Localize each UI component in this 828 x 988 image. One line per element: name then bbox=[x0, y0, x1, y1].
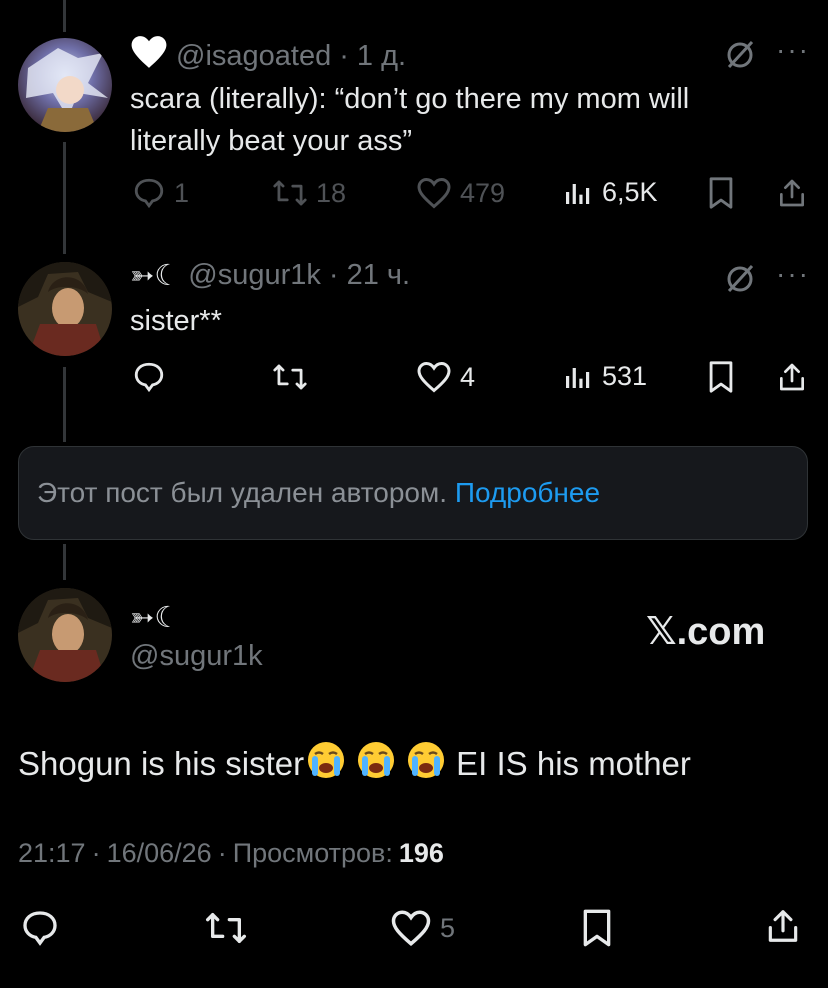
bookmark-button[interactable] bbox=[580, 908, 614, 953]
separator: · bbox=[339, 39, 349, 72]
share-button[interactable] bbox=[776, 176, 808, 215]
views-icon bbox=[562, 176, 594, 208]
more-options-icon[interactable]: ··· bbox=[776, 258, 810, 290]
separator: · bbox=[217, 838, 227, 868]
repost-icon bbox=[272, 360, 308, 394]
heart-icon bbox=[416, 176, 452, 210]
crying-face-emoji-icon bbox=[356, 740, 396, 788]
share-button[interactable] bbox=[776, 360, 808, 399]
crying-face-emoji-icon bbox=[306, 740, 346, 788]
display-name[interactable]: ➳☾ bbox=[130, 600, 180, 635]
repost-button[interactable] bbox=[204, 908, 248, 948]
user-handle[interactable]: @sugur1k bbox=[130, 640, 263, 673]
thread-line bbox=[63, 0, 66, 32]
user-handle[interactable]: @sugur1k bbox=[188, 259, 321, 292]
views-count: 531 bbox=[602, 360, 648, 391]
deleted-notice-text: Этот пост был удален автором. bbox=[37, 477, 448, 508]
reply-button[interactable] bbox=[132, 360, 166, 394]
x-com-watermark: 𝕏.com bbox=[646, 611, 766, 653]
reply-icon bbox=[132, 176, 166, 210]
heart-emoji-icon bbox=[130, 34, 168, 78]
tweet-meta: 21:17 · 16/06/26 · Просмотров: 196 bbox=[18, 838, 444, 869]
avatar[interactable] bbox=[18, 262, 112, 356]
share-icon bbox=[776, 179, 808, 214]
like-count: 5 bbox=[440, 912, 456, 943]
bookmark-button[interactable] bbox=[706, 360, 736, 399]
like-count: 479 bbox=[460, 177, 506, 208]
views-button[interactable]: 531 bbox=[562, 360, 647, 392]
tweet-header: ➳☾ @sugur1k · 21 ч. bbox=[130, 258, 410, 293]
bookmark-button[interactable] bbox=[706, 176, 736, 215]
tweet-header: @isagoated · 1 д. bbox=[130, 34, 406, 78]
tweet-time[interactable]: 21:17 bbox=[18, 838, 86, 869]
like-count: 4 bbox=[460, 361, 476, 392]
views-count: 6,5K bbox=[602, 176, 658, 207]
bookmark-icon bbox=[706, 361, 736, 398]
reply-count: 1 bbox=[174, 177, 190, 208]
repost-count: 18 bbox=[316, 177, 347, 208]
deleted-post-notice: Этот пост был удален автором. Подробнее bbox=[18, 446, 808, 540]
grok-icon[interactable] bbox=[724, 262, 756, 299]
views-button[interactable]: 6,5K bbox=[562, 176, 658, 208]
tweet-time[interactable]: 21 ч. bbox=[347, 259, 410, 292]
bookmark-icon bbox=[706, 177, 736, 214]
tweet-time[interactable]: 1 д. bbox=[357, 40, 406, 73]
grok-icon[interactable] bbox=[724, 38, 756, 75]
views-count: 196 bbox=[398, 838, 444, 868]
reply-button[interactable]: 1 bbox=[132, 176, 189, 210]
reply-icon bbox=[20, 908, 60, 948]
avatar[interactable] bbox=[18, 38, 112, 132]
thread-line bbox=[63, 367, 66, 442]
separator: · bbox=[328, 259, 339, 291]
avatar[interactable] bbox=[18, 588, 112, 682]
tweet-date[interactable]: 16/06/26 bbox=[107, 838, 212, 869]
share-button[interactable] bbox=[764, 906, 802, 951]
user-handle[interactable]: @isagoated bbox=[176, 40, 331, 73]
thread-line bbox=[63, 142, 66, 254]
tweet-text: scara (literally): “don’t go there my mo… bbox=[130, 78, 689, 162]
like-button[interactable]: 5 bbox=[390, 908, 455, 948]
repost-button[interactable]: 18 bbox=[272, 176, 346, 210]
bookmark-icon bbox=[580, 909, 614, 952]
repost-icon bbox=[204, 908, 248, 948]
reply-icon bbox=[132, 360, 166, 394]
heart-icon bbox=[416, 360, 452, 394]
thread-line bbox=[63, 544, 66, 580]
display-name[interactable]: ➳☾ bbox=[130, 258, 180, 293]
tweet-text: sister** bbox=[130, 305, 222, 337]
reply-button[interactable] bbox=[20, 908, 60, 948]
learn-more-link[interactable]: Подробнее bbox=[455, 477, 600, 509]
views-icon bbox=[562, 360, 594, 392]
share-icon bbox=[764, 910, 802, 950]
share-icon bbox=[776, 363, 808, 398]
views-label: Просмотров: bbox=[232, 838, 393, 868]
main-tweet-text: Shogun is his sister EI IS his mother bbox=[18, 740, 691, 788]
heart-icon bbox=[390, 908, 432, 948]
main-tweet-text-part: EI IS his mother bbox=[456, 745, 691, 782]
repost-button[interactable] bbox=[272, 360, 308, 394]
repost-icon bbox=[272, 176, 308, 210]
tweet-text-line: literally beat your ass” bbox=[130, 125, 413, 157]
separator: · bbox=[91, 838, 101, 868]
more-options-icon[interactable]: ··· bbox=[776, 34, 810, 66]
main-tweet-text-part: Shogun is his sister bbox=[18, 745, 305, 782]
tweet-text-line: scara (literally): “don’t go there my mo… bbox=[130, 83, 690, 115]
like-button[interactable]: 4 bbox=[416, 360, 475, 394]
crying-face-emoji-icon bbox=[406, 740, 446, 788]
like-button[interactable]: 479 bbox=[416, 176, 505, 210]
